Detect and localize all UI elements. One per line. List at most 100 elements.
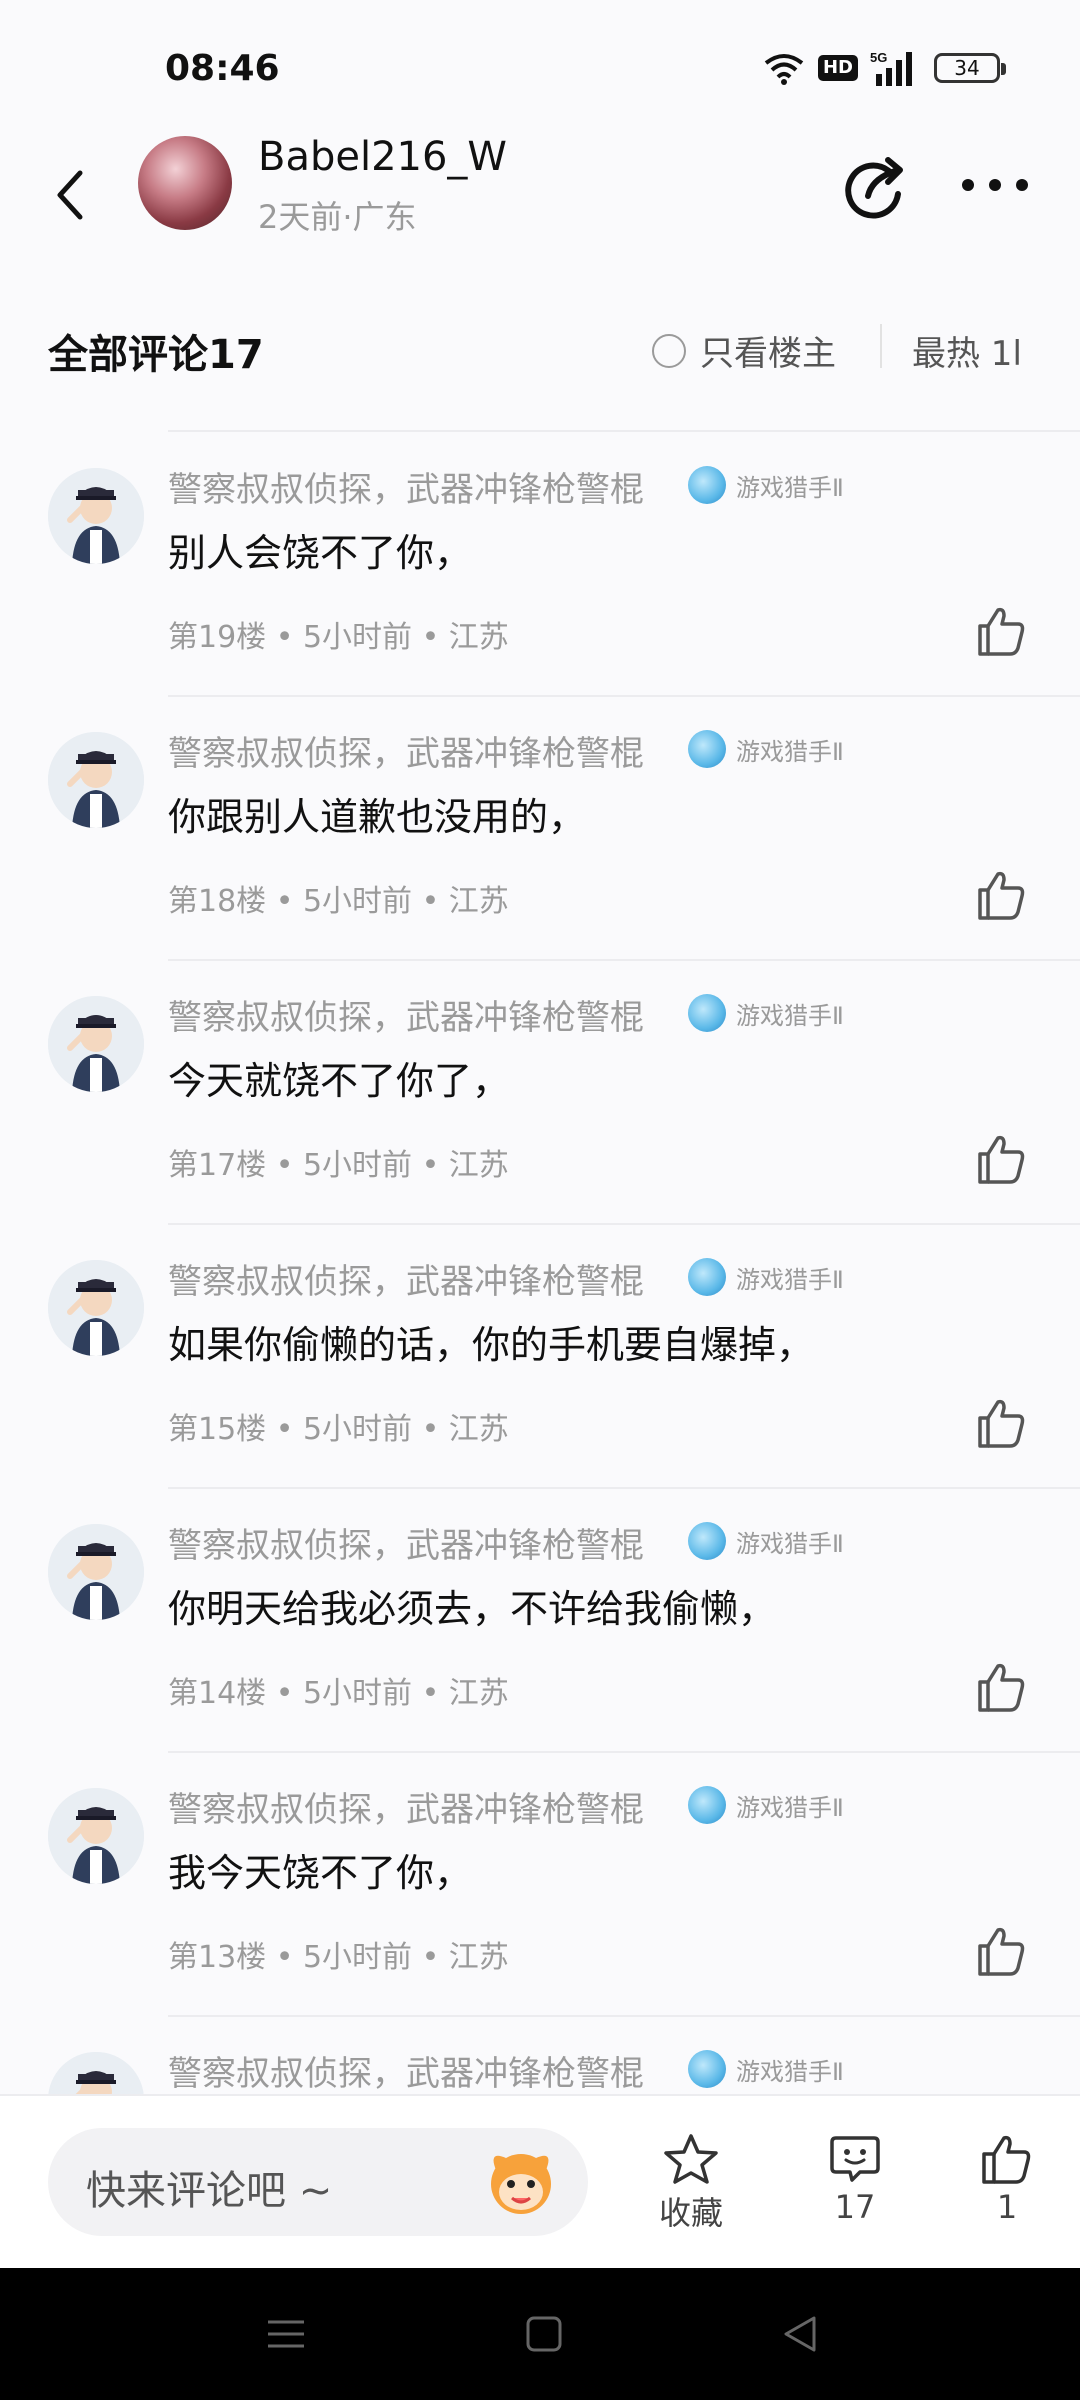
- badge-label: 游戏猎手Ⅱ: [736, 1793, 844, 1822]
- comment-icon: [830, 2136, 880, 2182]
- commenter-avatar[interactable]: [48, 996, 144, 1092]
- comment-input[interactable]: 快来评论吧 ~: [48, 2128, 588, 2236]
- commenter-avatar[interactable]: [48, 1524, 144, 1620]
- comment-text: 我今天饶不了你，: [168, 1851, 473, 1895]
- divider: [880, 324, 882, 368]
- sort-button[interactable]: 最热 1l: [912, 326, 1022, 375]
- signal-icon: 5G: [870, 50, 922, 86]
- level-badge: 游戏猎手Ⅱ: [688, 2050, 844, 2088]
- game-hunter-badge-icon: [688, 466, 726, 504]
- battery-indicator: 34: [934, 53, 1006, 83]
- only-owner-label: 只看楼主: [700, 334, 836, 374]
- hd-badge: HD: [817, 55, 858, 81]
- post-header: Babel216_W 2天前·广东: [0, 130, 1080, 260]
- commenter-name[interactable]: 警察叔叔侦探，武器冲锋枪警棍: [168, 2046, 644, 2095]
- commenter-name[interactable]: 警察叔叔侦探，武器冲锋枪警棍: [168, 726, 644, 775]
- commenter-name[interactable]: 警察叔叔侦探，武器冲锋枪警棍: [168, 990, 644, 1039]
- badge-label: 游戏猎手Ⅱ: [736, 1001, 844, 1030]
- comment-meta: 第13楼 • 5小时前 • 江苏: [168, 1940, 509, 1975]
- mascot-icon[interactable]: [480, 2140, 562, 2222]
- level-badge: 游戏猎手Ⅱ: [688, 730, 844, 768]
- favorite-button[interactable]: 收藏: [636, 2132, 746, 2234]
- home-icon[interactable]: [524, 2314, 564, 2354]
- comment-item[interactable]: 警察叔叔侦探，武器冲锋枪警棍 游戏猎手Ⅱ 如果你偷懒的话，你的手机要自爆掉， 第…: [0, 1224, 1080, 1488]
- comment-item[interactable]: 警察叔叔侦探，武器冲锋枪警棍 游戏猎手Ⅱ 我今天饶不了你， 第13楼 • 5小时…: [0, 1752, 1080, 2016]
- bottom-bar: 快来评论吧 ~ 收藏 17 1: [0, 2094, 1080, 2268]
- status-icons: HD 5G 34: [762, 50, 1006, 86]
- share-button[interactable]: [840, 152, 910, 222]
- comment-meta: 第15楼 • 5小时前 • 江苏: [168, 1412, 509, 1447]
- game-hunter-badge-icon: [688, 994, 726, 1032]
- badge-label: 游戏猎手Ⅱ: [736, 737, 844, 766]
- comment-text: 你跟别人道歉也没用的，: [168, 795, 587, 839]
- level-badge: 游戏猎手Ⅱ: [688, 1258, 844, 1296]
- battery-level: 34: [954, 56, 980, 80]
- network-label: 5G: [870, 50, 887, 65]
- police-avatar-icon: [48, 1524, 144, 1620]
- like-comment-icon[interactable]: [972, 866, 1030, 924]
- back-icon: [57, 170, 83, 220]
- commenter-name[interactable]: 警察叔叔侦探，武器冲锋枪警棍: [168, 1518, 644, 1567]
- like-post-button[interactable]: 1: [952, 2132, 1062, 2226]
- commenter-name[interactable]: 警察叔叔侦探，武器冲锋枪警棍: [168, 1782, 644, 1831]
- level-badge: 游戏猎手Ⅱ: [688, 994, 844, 1032]
- like-comment-icon[interactable]: [972, 602, 1030, 660]
- badge-label: 游戏猎手Ⅱ: [736, 473, 844, 502]
- game-hunter-badge-icon: [688, 1522, 726, 1560]
- author-name[interactable]: Babel216_W: [258, 134, 507, 180]
- share-icon: [845, 157, 903, 219]
- comments-button[interactable]: 17: [800, 2132, 910, 2226]
- police-avatar-icon: [48, 732, 144, 828]
- comment-meta: 第18楼 • 5小时前 • 江苏: [168, 884, 509, 919]
- comment-text: 你明天给我必须去，不许给我偷懒，: [168, 1587, 777, 1631]
- comment-item[interactable]: 警察叔叔侦探，武器冲锋枪警棍 游戏猎手Ⅱ 你跟别人道歉也没用的， 第18楼 • …: [0, 696, 1080, 960]
- like-comment-icon[interactable]: [972, 1922, 1030, 1980]
- police-avatar-icon: [48, 468, 144, 564]
- comment-input-placeholder: 快来评论吧 ~: [86, 2168, 333, 2214]
- star-icon: [664, 2134, 718, 2184]
- badge-label: 游戏猎手Ⅱ: [736, 1265, 844, 1294]
- more-button[interactable]: [960, 170, 1030, 200]
- only-owner-toggle[interactable]: 只看楼主: [652, 326, 836, 375]
- commenter-avatar[interactable]: [48, 1788, 144, 1884]
- radio-icon: [652, 333, 686, 368]
- back-button[interactable]: [40, 160, 100, 230]
- comment-text: 如果你偷懒的话，你的手机要自爆掉，: [168, 1323, 815, 1367]
- game-hunter-badge-icon: [688, 1258, 726, 1296]
- status-bar: 08:46 HD 5G 34: [0, 0, 1080, 130]
- commenter-avatar[interactable]: [48, 468, 144, 564]
- system-navigation-bar: [0, 2268, 1080, 2400]
- like-comment-icon[interactable]: [972, 1130, 1030, 1188]
- badge-label: 游戏猎手Ⅱ: [736, 2057, 844, 2086]
- commenter-name[interactable]: 警察叔叔侦探，武器冲锋枪警棍: [168, 1254, 644, 1303]
- more-icon: [962, 179, 1028, 191]
- comments-title: 全部评论17: [48, 332, 264, 378]
- commenter-avatar[interactable]: [48, 1260, 144, 1356]
- comment-item[interactable]: 警察叔叔侦探，武器冲锋枪警棍 游戏猎手Ⅱ 今天就饶不了你了， 第17楼 • 5小…: [0, 960, 1080, 1224]
- police-avatar-icon: [48, 1260, 144, 1356]
- comments-header: 全部评论17 只看楼主 最热 1l: [0, 300, 1080, 400]
- level-badge: 游戏猎手Ⅱ: [688, 1786, 844, 1824]
- comment-count: 17: [834, 2188, 876, 2226]
- badge-label: 游戏猎手Ⅱ: [736, 1529, 844, 1558]
- commenter-name[interactable]: 警察叔叔侦探，武器冲锋枪警棍: [168, 462, 644, 511]
- status-time: 08:46: [165, 48, 280, 89]
- like-count: 1: [996, 2188, 1018, 2226]
- level-badge: 游戏猎手Ⅱ: [688, 1522, 844, 1560]
- author-avatar[interactable]: [138, 136, 232, 230]
- favorite-label: 收藏: [658, 2194, 723, 2232]
- menu-icon[interactable]: [266, 2314, 306, 2354]
- comment-item[interactable]: 警察叔叔侦探，武器冲锋枪警棍 游戏猎手Ⅱ 别人会饶不了你， 第19楼 • 5小时…: [0, 432, 1080, 696]
- author-meta: 2天前·广东: [258, 198, 417, 236]
- like-comment-icon[interactable]: [972, 1658, 1030, 1716]
- game-hunter-badge-icon: [688, 1786, 726, 1824]
- police-avatar-icon: [48, 1788, 144, 1884]
- back-nav-icon[interactable]: [780, 2314, 820, 2354]
- comment-item[interactable]: 警察叔叔侦探，武器冲锋枪警棍 游戏猎手Ⅱ 你明天给我必须去，不许给我偷懒， 第1…: [0, 1488, 1080, 1752]
- commenter-avatar[interactable]: [48, 732, 144, 828]
- comment-meta: 第19楼 • 5小时前 • 江苏: [168, 620, 509, 655]
- like-comment-icon[interactable]: [972, 1394, 1030, 1452]
- comment-text: 别人会饶不了你，: [168, 531, 473, 575]
- game-hunter-badge-icon: [688, 2050, 726, 2088]
- game-hunter-badge-icon: [688, 730, 726, 768]
